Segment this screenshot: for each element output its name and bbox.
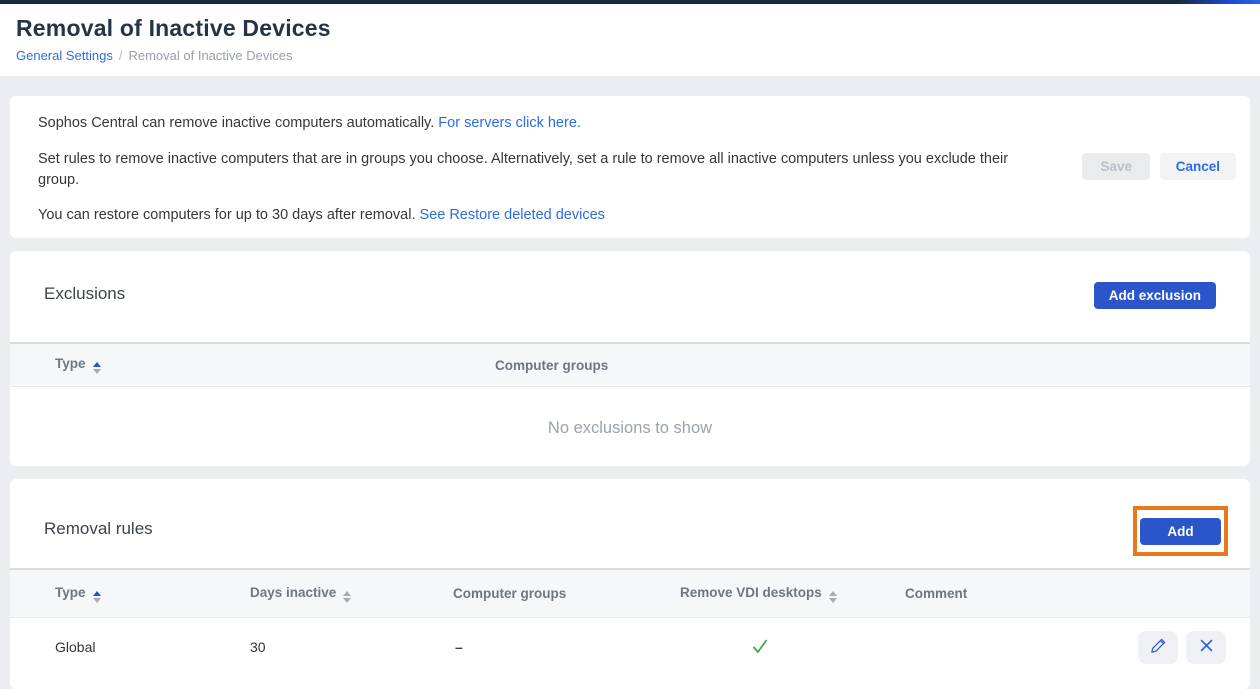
sort-icon xyxy=(93,591,101,603)
page-header: Removal of Inactive Devices General Sett… xyxy=(0,4,1260,76)
exclusions-column-computer-groups: Computer groups xyxy=(495,358,1250,373)
rule-days-inactive-cell: 30 xyxy=(250,639,453,655)
column-label: Days inactive xyxy=(250,585,336,600)
info-line-2: Set rules to remove inactive computers t… xyxy=(38,149,1050,191)
cancel-button[interactable]: Cancel xyxy=(1160,153,1236,180)
add-rule-button[interactable]: Add xyxy=(1140,518,1221,545)
removal-rules-section-head: Removal rules Add xyxy=(10,479,1250,568)
exclusions-section-head: Exclusions Add exclusion xyxy=(10,251,1250,342)
table-row: Global 30 – xyxy=(10,618,1250,676)
rule-remove-vdi-cell xyxy=(680,636,905,659)
rules-column-comment: Comment xyxy=(905,586,1090,601)
removal-rules-table-header: Type Days inactive Computer groups Remov… xyxy=(10,568,1250,618)
info-panel: Sophos Central can remove inactive compu… xyxy=(10,96,1250,238)
exclusions-panel: Exclusions Add exclusion Type Computer g… xyxy=(10,251,1250,466)
info-line-3: You can restore computers for up to 30 d… xyxy=(38,205,1050,226)
breadcrumb-current: Removal of Inactive Devices xyxy=(128,48,292,63)
rules-column-remove-vdi[interactable]: Remove VDI desktops xyxy=(680,585,905,603)
column-label: Type xyxy=(55,356,86,371)
info-line-1-text: Sophos Central can remove inactive compu… xyxy=(38,115,434,131)
row-actions xyxy=(1090,631,1250,664)
info-line-1: Sophos Central can remove inactive compu… xyxy=(38,113,1050,134)
rules-column-days-inactive[interactable]: Days inactive xyxy=(250,585,453,603)
close-icon xyxy=(1199,638,1214,656)
breadcrumb-link-general-settings[interactable]: General Settings xyxy=(16,48,113,63)
column-label: Type xyxy=(55,585,86,600)
info-line-3-text: You can restore computers for up to 30 d… xyxy=(38,207,415,223)
removal-rules-panel: Removal rules Add Type Days inactive Com… xyxy=(10,479,1250,689)
restore-deleted-devices-link[interactable]: See Restore deleted devices xyxy=(420,207,605,223)
page-title: Removal of Inactive Devices xyxy=(16,15,1244,42)
add-button-highlight-box: Add xyxy=(1133,506,1228,556)
save-button[interactable]: Save xyxy=(1082,153,1150,180)
exclusions-column-type[interactable]: Type xyxy=(55,356,495,374)
servers-link[interactable]: For servers click here. xyxy=(438,115,581,131)
delete-rule-button[interactable] xyxy=(1186,631,1226,664)
sort-icon xyxy=(93,362,101,374)
breadcrumb: General Settings / Removal of Inactive Dev… xyxy=(16,48,1244,63)
rules-column-computer-groups: Computer groups xyxy=(453,586,680,601)
rule-type-cell: Global xyxy=(55,639,250,655)
edit-rule-button[interactable] xyxy=(1138,631,1178,664)
exclusions-empty-state: No exclusions to show xyxy=(10,387,1250,438)
rules-column-type[interactable]: Type xyxy=(55,585,250,603)
column-label: Computer groups xyxy=(495,358,608,373)
check-icon xyxy=(750,643,770,659)
removal-rules-title: Removal rules xyxy=(44,519,153,539)
column-label: Remove VDI desktops xyxy=(680,585,822,600)
column-label: Comment xyxy=(905,586,967,601)
exclusions-title: Exclusions xyxy=(44,284,125,304)
sort-icon xyxy=(829,591,837,603)
exclusions-table-header: Type Computer groups xyxy=(10,342,1250,387)
breadcrumb-separator: / xyxy=(119,48,123,63)
add-exclusion-button[interactable]: Add exclusion xyxy=(1094,282,1216,309)
pencil-icon xyxy=(1150,637,1167,657)
rule-computer-groups-cell: – xyxy=(453,639,680,655)
column-label: Computer groups xyxy=(453,586,566,601)
sort-icon xyxy=(343,591,351,603)
